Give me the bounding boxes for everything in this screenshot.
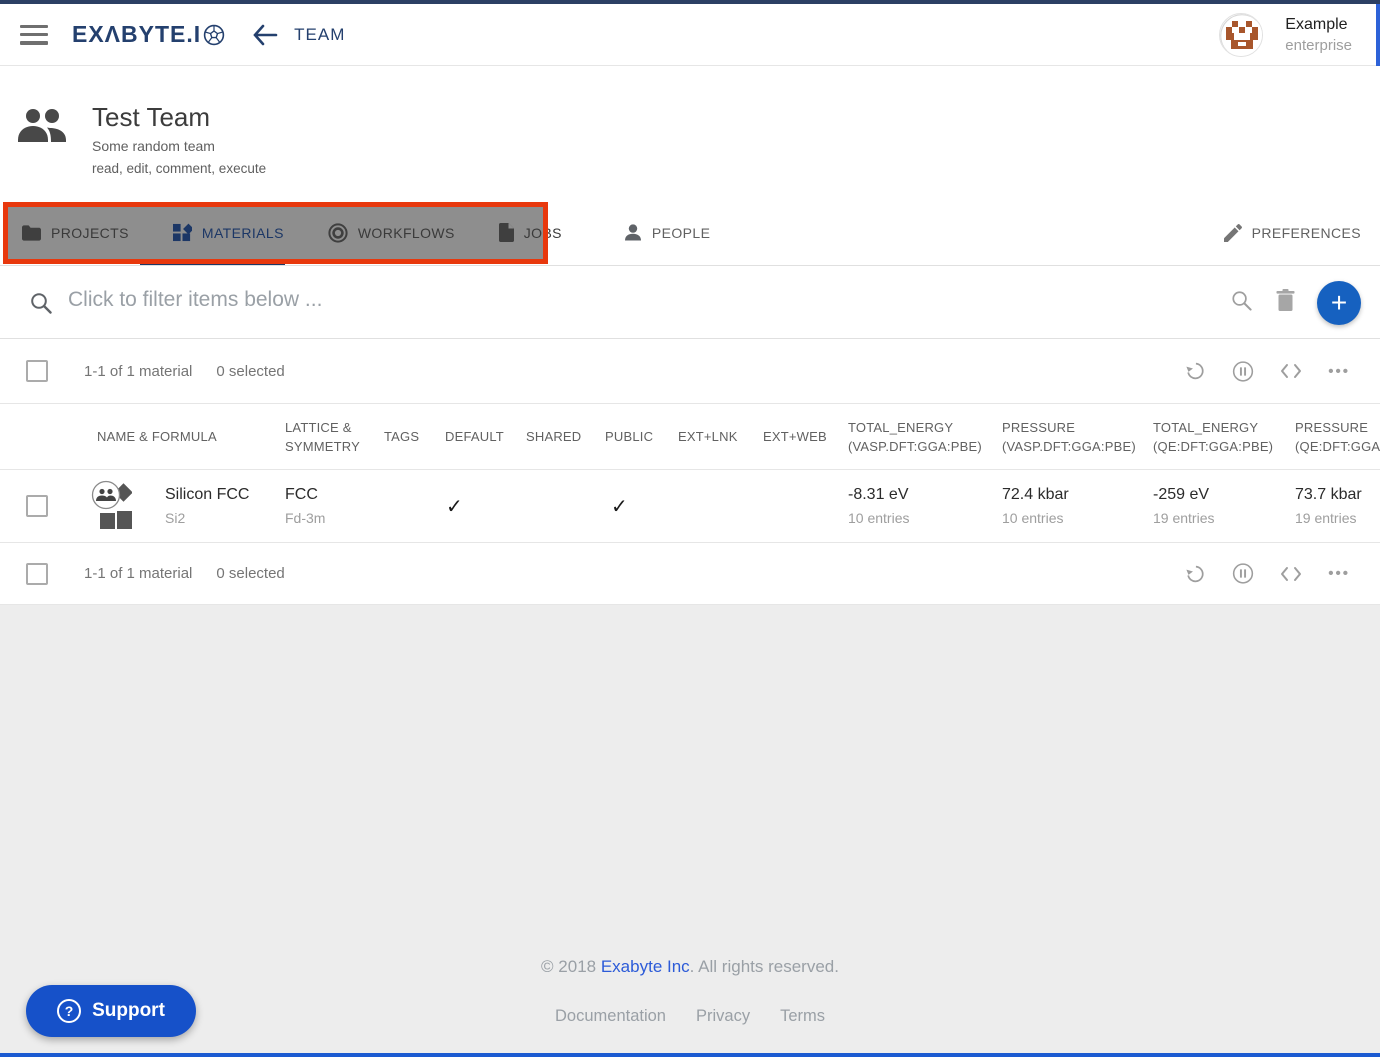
- tab-workflows[interactable]: WORKFLOWS: [306, 200, 477, 265]
- pagination-row-top: 1-1 of 1 material 0 selected •••: [0, 339, 1380, 404]
- column-pressure-vasp[interactable]: PRESSURE(VASP.DFT:GGA:PBE): [1002, 418, 1153, 456]
- public-checkmark: ✓: [611, 496, 628, 518]
- delete-icon[interactable]: [1276, 289, 1295, 316]
- refresh-icon-bottom[interactable]: [1184, 563, 1206, 585]
- add-material-fab[interactable]: +: [1317, 281, 1361, 325]
- logo-text: EXΛBYTE.I: [72, 21, 201, 48]
- footer-link-documentation[interactable]: Documentation: [555, 1007, 666, 1026]
- team-permissions: read, edit, comment, execute: [92, 161, 266, 176]
- pause-icon-bottom[interactable]: [1232, 563, 1254, 585]
- footer-links: Documentation Privacy Terms: [0, 1007, 1380, 1026]
- scrollbar-thumb[interactable]: [1376, 4, 1380, 66]
- footer-link-privacy[interactable]: Privacy: [696, 1007, 750, 1026]
- tab-projects[interactable]: PROJECTS: [0, 200, 151, 265]
- tab-jobs[interactable]: JOBS: [477, 200, 584, 265]
- pressure-vasp-value: 72.4 kbar: [1002, 486, 1153, 504]
- material-symmetry: Fd-3m: [285, 510, 380, 526]
- target-icon: [328, 223, 348, 243]
- back-arrow-icon[interactable]: [252, 24, 278, 46]
- pagination-range-bottom: 1-1 of 1 material: [84, 565, 192, 582]
- team-header: Test Team Some random team read, edit, c…: [0, 66, 1380, 200]
- code-icon[interactable]: [1280, 360, 1302, 382]
- select-all-checkbox[interactable]: [26, 360, 48, 382]
- pause-icon[interactable]: [1232, 360, 1254, 382]
- user-name: Example: [1285, 16, 1352, 34]
- table-row[interactable]: Silicon FCC Si2 FCC Fd-3m ✓ ✓ -8.31 eV 1…: [0, 470, 1380, 543]
- user-plan: enterprise: [1285, 37, 1352, 54]
- tab-people[interactable]: PEOPLE: [602, 200, 732, 265]
- pagination-range: 1-1 of 1 material: [84, 363, 192, 380]
- pagination-selected-bottom: 0 selected: [216, 565, 284, 582]
- column-default[interactable]: DEFAULT: [440, 427, 522, 446]
- support-label: Support: [92, 1000, 165, 1022]
- row-checkbox[interactable]: [26, 495, 48, 517]
- pagination-row-bottom: 1-1 of 1 material 0 selected •••: [0, 543, 1380, 605]
- footer-link-terms[interactable]: Terms: [780, 1007, 825, 1026]
- column-tags[interactable]: TAGS: [380, 427, 440, 446]
- more-options-icon[interactable]: •••: [1328, 360, 1350, 382]
- more-options-icon-bottom[interactable]: •••: [1328, 563, 1350, 585]
- hamburger-menu-icon[interactable]: [20, 25, 48, 45]
- column-total-energy-vasp[interactable]: TOTAL_ENERGY(VASP.DFT:GGA:PBE): [846, 418, 1002, 456]
- pressure-qe-value: 73.7 kbar: [1295, 486, 1380, 504]
- copyright-line: © 2018 Exabyte Inc. All rights reserved.: [0, 957, 1380, 977]
- search-action-icon[interactable]: [1231, 290, 1252, 316]
- tab-materials[interactable]: MATERIALS: [151, 200, 306, 265]
- exabyte-logo[interactable]: EXΛBYTE.I: [72, 21, 226, 48]
- default-checkmark: ✓: [446, 496, 463, 518]
- person-icon: [624, 224, 642, 242]
- column-name-formula[interactable]: NAME & FORMULA: [0, 427, 285, 446]
- tab-bar: PROJECTS MATERIALS WORKFLOWS JOBS: [0, 200, 1380, 266]
- filter-bar: Click to filter items below ... +: [0, 266, 1380, 339]
- pagination-selected: 0 selected: [216, 363, 284, 380]
- team-name: Test Team: [92, 102, 210, 133]
- team-people-icon: [16, 106, 68, 155]
- column-lattice-symmetry[interactable]: LATTICE &SYMMETRY: [285, 418, 380, 456]
- material-formula: Si2: [165, 510, 285, 526]
- preferences-button[interactable]: PREFERENCES: [1224, 200, 1361, 265]
- material-icon: [86, 480, 132, 532]
- help-icon: ?: [57, 999, 81, 1023]
- app-bar: EXΛBYTE.I TEAM: [0, 4, 1380, 66]
- total-energy-vasp-value: -8.31 eV: [848, 486, 1002, 504]
- file-icon: [499, 223, 514, 242]
- page-background: © 2018 Exabyte Inc. All rights reserved.…: [0, 605, 1380, 1057]
- window-bottom-strip: [0, 1053, 1380, 1057]
- material-name[interactable]: Silicon FCC: [165, 486, 285, 504]
- avatar: [1219, 13, 1263, 57]
- pressure-vasp-entries: 10 entries: [1002, 510, 1153, 526]
- column-ext-lnk[interactable]: EXT+LNK: [678, 427, 760, 446]
- user-menu[interactable]: Example enterprise: [1219, 4, 1352, 66]
- widgets-icon: [173, 223, 192, 242]
- code-icon-bottom[interactable]: [1280, 563, 1302, 585]
- material-lattice: FCC: [285, 486, 380, 504]
- total-energy-qe-entries: 19 entries: [1153, 510, 1295, 526]
- logo-globe-icon: [202, 23, 226, 47]
- column-ext-web[interactable]: EXT+WEB: [760, 427, 846, 446]
- search-icon: [30, 292, 52, 319]
- total-energy-qe-value: -259 eV: [1153, 486, 1295, 504]
- support-button[interactable]: ? Support: [26, 985, 196, 1037]
- active-tab-underline: [140, 261, 285, 265]
- filter-input[interactable]: Click to filter items below ...: [68, 288, 968, 312]
- table-column-headers: NAME & FORMULA LATTICE &SYMMETRY TAGS DE…: [0, 404, 1380, 470]
- pencil-icon: [1224, 224, 1242, 242]
- refresh-icon[interactable]: [1184, 360, 1206, 382]
- column-total-energy-qe[interactable]: TOTAL_ENERGY(QE:DFT:GGA:PBE): [1153, 418, 1295, 456]
- total-energy-vasp-entries: 10 entries: [848, 510, 1002, 526]
- team-description: Some random team: [92, 138, 215, 154]
- page-title: TEAM: [294, 25, 345, 45]
- column-public[interactable]: PUBLIC: [604, 427, 678, 446]
- select-all-checkbox-bottom[interactable]: [26, 563, 48, 585]
- column-pressure-qe[interactable]: PRESSURE(QE:DFT:GGA:PBE): [1295, 418, 1380, 456]
- column-shared[interactable]: SHARED: [522, 427, 604, 446]
- pressure-qe-entries: 19 entries: [1295, 510, 1380, 526]
- folder-icon: [22, 225, 41, 241]
- company-link[interactable]: Exabyte Inc: [601, 957, 690, 976]
